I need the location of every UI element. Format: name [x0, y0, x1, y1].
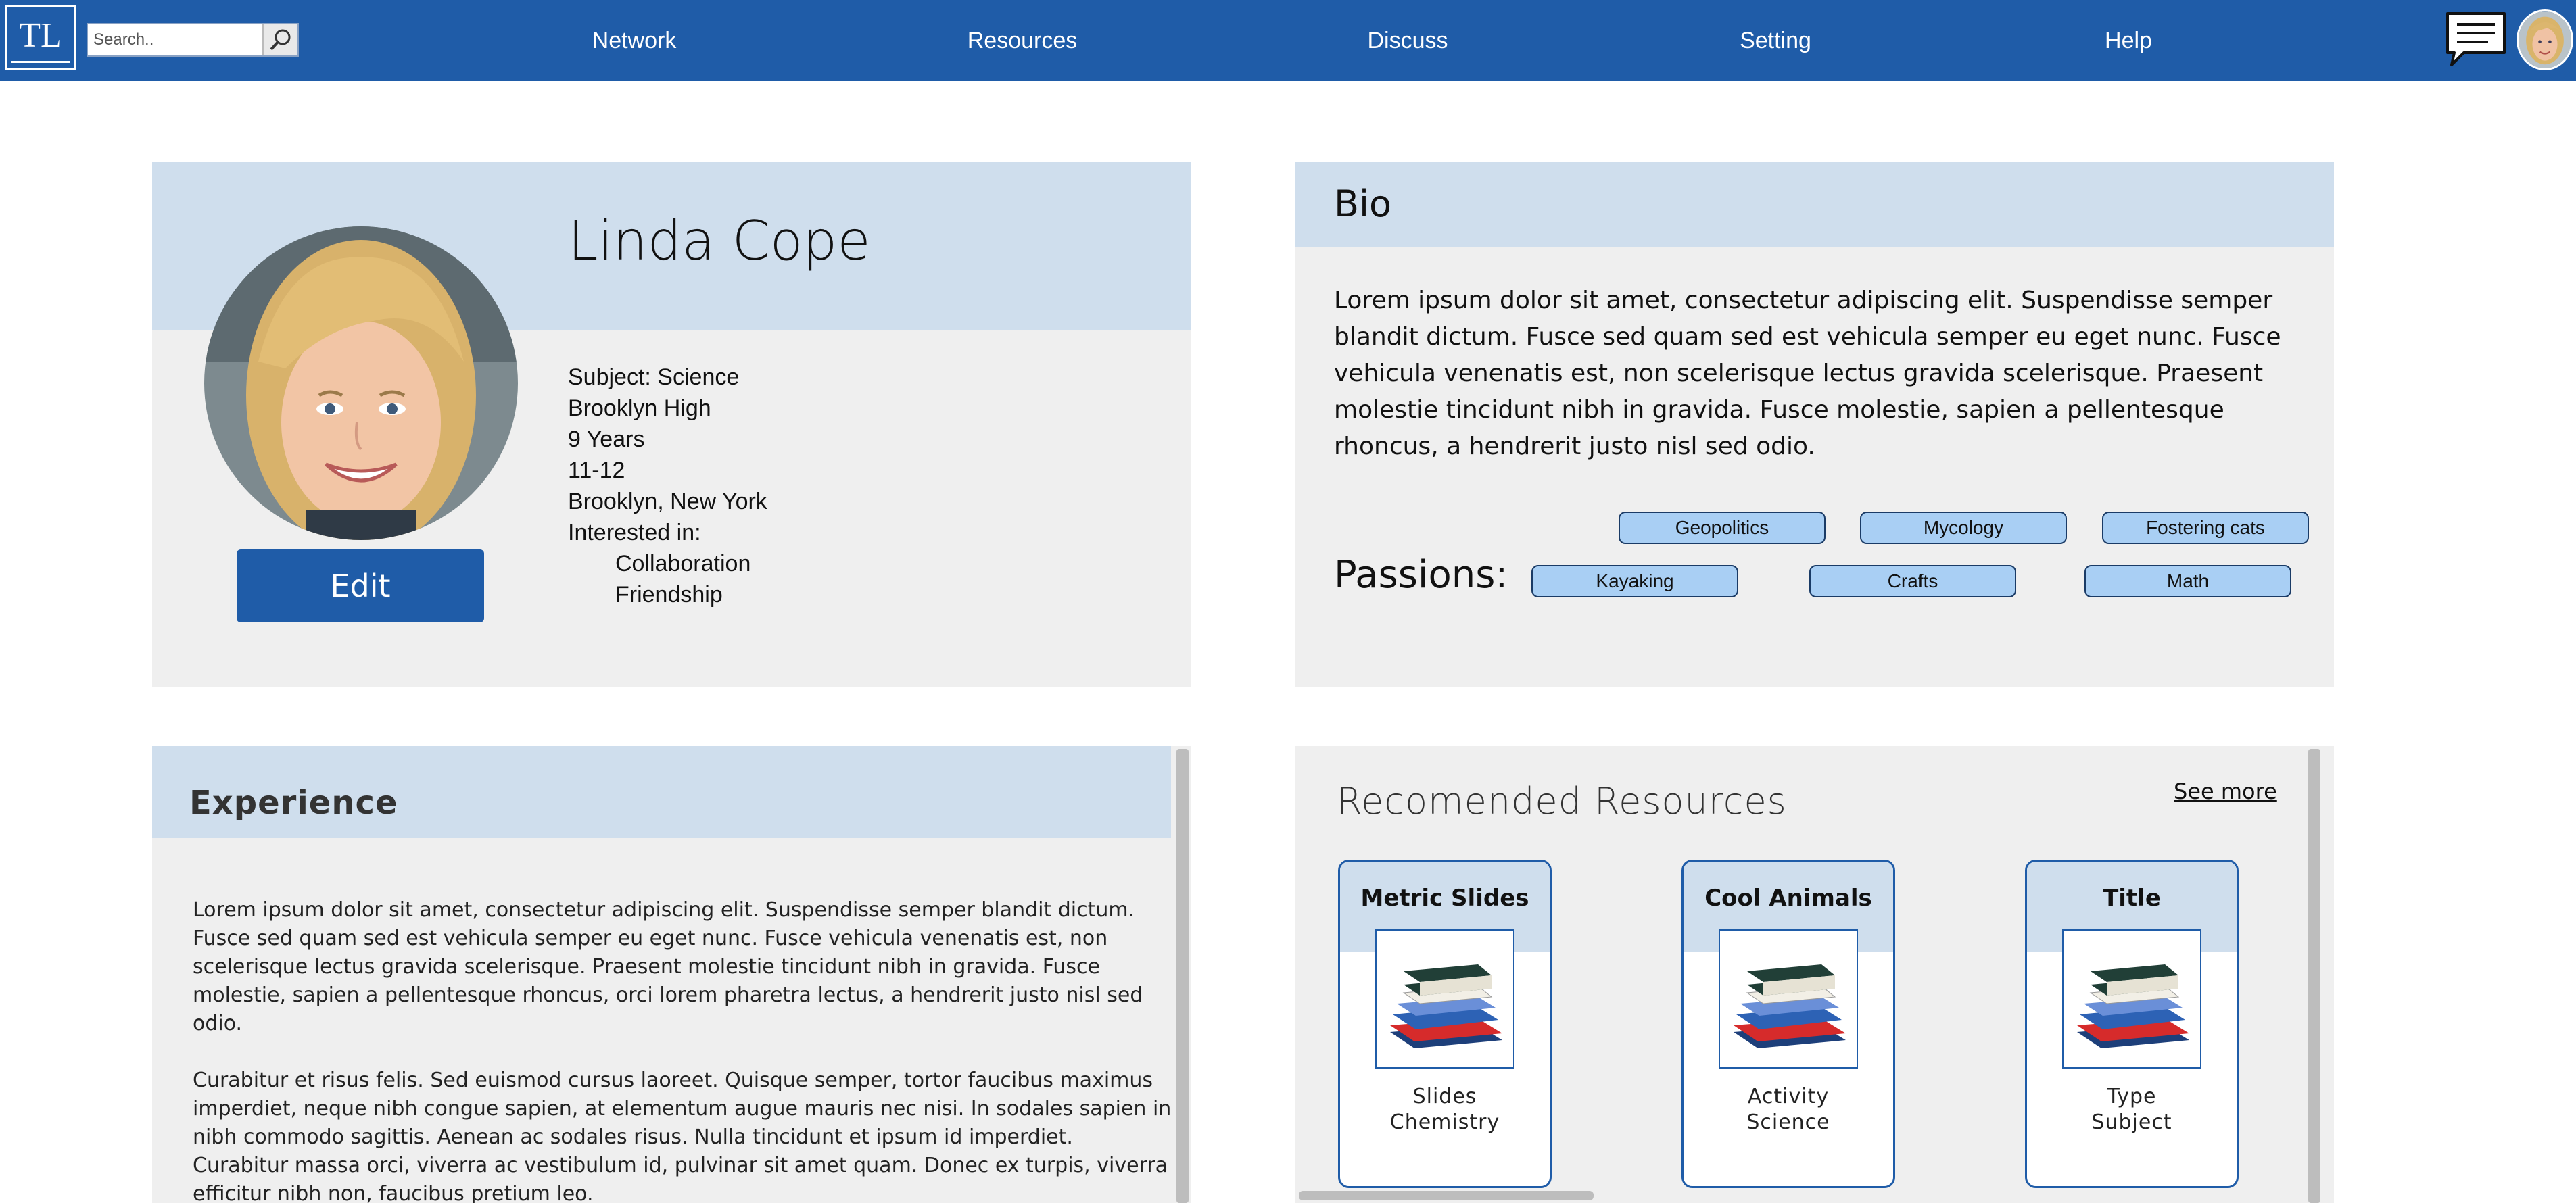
resource-title: Title: [2103, 885, 2161, 912]
avatar-portrait: [2519, 11, 2571, 68]
chat-bubble-icon[interactable]: [2443, 9, 2508, 69]
resource-thumbnail: [1719, 929, 1858, 1069]
profile-photo: [204, 226, 518, 540]
passion-tag-crafts[interactable]: Crafts: [1809, 565, 2016, 597]
resource-card[interactable]: Title Type Subject: [2025, 860, 2239, 1188]
passion-tag-math[interactable]: Math: [2084, 565, 2291, 597]
resources-horizontal-scrollbar[interactable]: [1299, 1191, 1594, 1200]
resource-subject: Subject: [2091, 1110, 2172, 1134]
resource-thumbnail: [2062, 929, 2201, 1069]
nav-discuss[interactable]: Discuss: [1367, 0, 1448, 81]
resource-title: Metric Slides: [1360, 885, 1529, 912]
resource-type: Activity: [1747, 1085, 1830, 1108]
resource-card[interactable]: Cool Animals Activity Science: [1681, 860, 1895, 1188]
search-button[interactable]: [262, 24, 297, 55]
resources-title: Recomended Resources: [1337, 780, 1787, 823]
profile-name: Linda Cope: [568, 210, 871, 272]
nav-network[interactable]: Network: [592, 0, 677, 81]
detail-location: Brooklyn, New York: [568, 489, 767, 514]
resource-card[interactable]: Metric Slides Slides Chemistry: [1338, 860, 1552, 1188]
passion-tag-geopolitics[interactable]: Geopolitics: [1619, 512, 1826, 544]
resource-subject: Science: [1746, 1110, 1830, 1134]
profile-card: Linda Cope Subject: Science Brooklyn Hig…: [152, 162, 1191, 687]
experience-paragraph: Curabitur et risus felis. Sed euismod cu…: [193, 1069, 1172, 1203]
profile-portrait: [204, 226, 518, 540]
search-icon: [270, 29, 291, 51]
passion-tag-fostering-cats[interactable]: Fostering cats: [2102, 512, 2309, 544]
resource-subject: Chemistry: [1389, 1110, 1500, 1134]
passion-tag-kayaking[interactable]: Kayaking: [1531, 565, 1738, 597]
bio-header-band: [1295, 162, 2334, 247]
passions-label: Passions:: [1334, 553, 1508, 597]
experience-title: Experience: [189, 784, 398, 822]
bio-card: Bio Lorem ipsum dolor sit amet, consecte…: [1295, 162, 2334, 687]
logo-underline: [11, 61, 70, 63]
logo-text: TL: [19, 16, 62, 55]
nav-setting[interactable]: Setting: [1740, 0, 1811, 81]
edit-profile-button[interactable]: Edit: [237, 549, 484, 622]
resource-title: Cool Animals: [1704, 885, 1872, 912]
nav-help[interactable]: Help: [2105, 0, 2152, 81]
bio-title: Bio: [1334, 182, 1392, 225]
detail-school: Brooklyn High: [568, 395, 711, 421]
books-icon: [1734, 964, 1846, 1048]
search-input[interactable]: [88, 24, 264, 55]
resource-thumbnail: [1375, 929, 1514, 1069]
detail-grades: 11-12: [568, 458, 625, 483]
profile-details: Subject: Science Brooklyn High 9 Years 1…: [568, 362, 767, 610]
bio-text: Lorem ipsum dolor sit amet, consectetur …: [1334, 287, 2281, 460]
nav-resources[interactable]: Resources: [968, 0, 1078, 81]
top-navigation-bar: TL Network Resources Discuss Setting Hel…: [0, 0, 2576, 81]
see-more-link[interactable]: See more: [2174, 779, 2277, 804]
interest-item: Collaboration: [615, 551, 751, 576]
app-logo[interactable]: TL: [5, 5, 76, 70]
detail-interested-label: Interested in:: [568, 520, 701, 545]
books-icon: [2077, 964, 2189, 1048]
books-icon: [1390, 964, 1502, 1048]
resource-type: Type: [2107, 1085, 2157, 1108]
detail-experience-years: 9 Years: [568, 426, 645, 452]
passion-tag-mycology[interactable]: Mycology: [1860, 512, 2067, 544]
experience-card: Experience Lorem ipsum dolor sit amet, c…: [152, 746, 1191, 1203]
resource-type: Slides: [1412, 1085, 1477, 1108]
user-avatar[interactable]: [2517, 9, 2573, 70]
experience-paragraph: Lorem ipsum dolor sit amet, consectetur …: [193, 898, 1143, 1035]
resources-vertical-scrollbar[interactable]: [2308, 749, 2320, 1203]
experience-text: Lorem ipsum dolor sit amet, consectetur …: [193, 896, 1173, 1203]
resources-card: Recomended Resources See more Metric Sli…: [1295, 746, 2334, 1203]
search-box: [87, 23, 299, 57]
detail-subject: Subject: Science: [568, 364, 740, 390]
experience-scrollbar[interactable]: [1176, 749, 1189, 1203]
interest-item: Friendship: [615, 582, 723, 608]
